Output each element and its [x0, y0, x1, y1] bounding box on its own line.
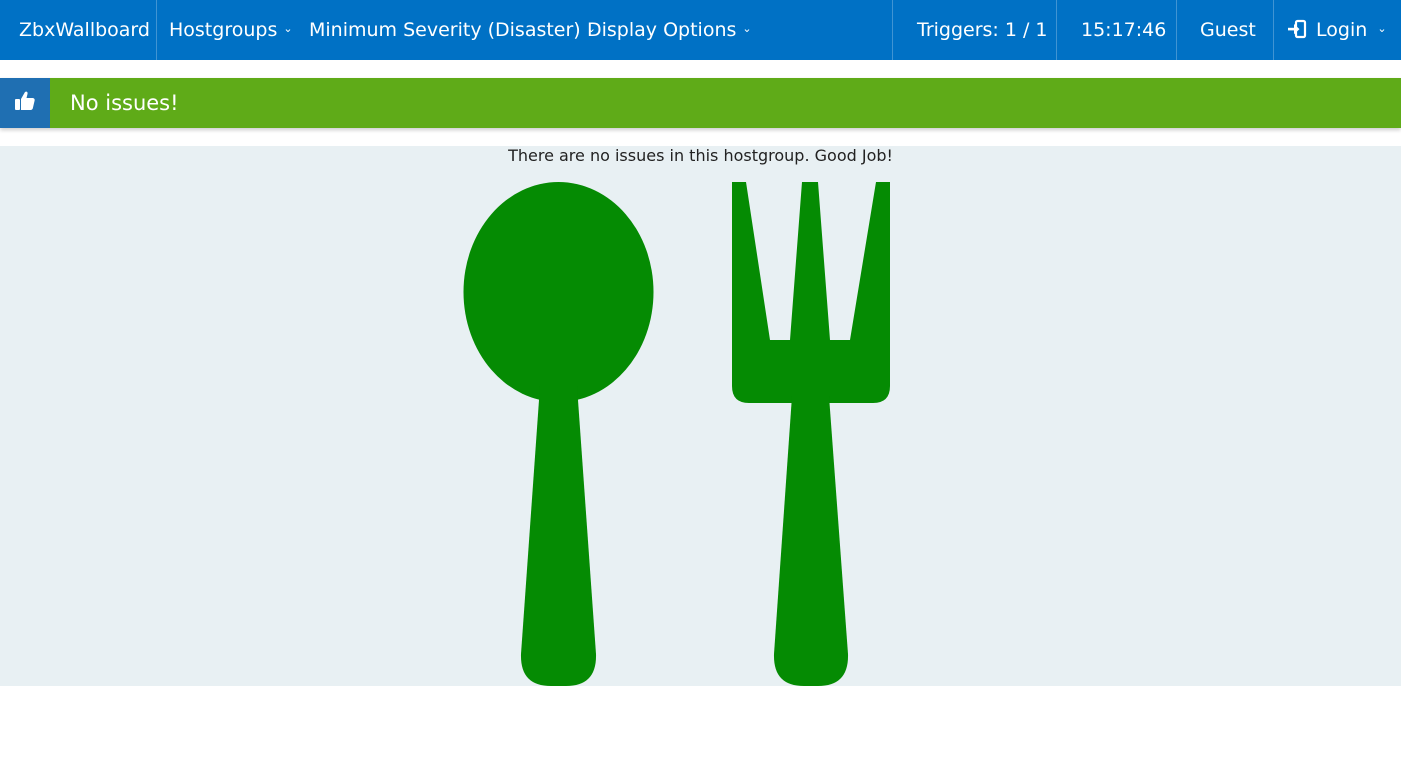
user-name: Guest: [1200, 19, 1256, 41]
display-options-label: Display Options: [587, 19, 737, 41]
issues-panel: There are no issues in this hostgroup. G…: [0, 146, 1401, 686]
nav-divider: [1176, 0, 1177, 60]
severity-menu[interactable]: Minimum Severity (Disaster) ⌄: [309, 0, 596, 60]
top-navbar: ZbxWallboard Hostgroups ⌄ Minimum Severit…: [0, 0, 1401, 60]
thumbs-up-icon: [15, 91, 35, 110]
login-label: Login: [1316, 19, 1368, 41]
spoon-and-fork-illustration: [463, 182, 890, 686]
fork-icon: [732, 182, 890, 686]
hostgroups-label: Hostgroups: [169, 19, 278, 41]
brand-link[interactable]: ZbxWallboard: [19, 0, 150, 60]
display-options-menu[interactable]: Display Options ⌄: [587, 0, 752, 60]
chevron-down-icon: ⌄: [1377, 21, 1387, 35]
nav-divider: [892, 0, 893, 60]
clock: 15:17:46: [1081, 19, 1167, 41]
nav-divider: [1056, 0, 1057, 60]
status-alert: No issues!: [0, 78, 1401, 128]
spoon-icon: [463, 182, 654, 686]
hostgroups-menu[interactable]: Hostgroups ⌄: [169, 0, 293, 60]
nav-divider: [156, 0, 157, 60]
login-icon: [1288, 19, 1307, 38]
severity-label: Minimum Severity (Disaster): [309, 19, 581, 41]
chevron-down-icon: ⌄: [742, 21, 752, 35]
login-menu[interactable]: Login ⌄: [1287, 0, 1387, 60]
triggers-count: Triggers: 1 / 1: [917, 19, 1048, 41]
chevron-down-icon: ⌄: [283, 21, 293, 35]
nav-divider: [1273, 0, 1274, 60]
alert-text: No issues!: [70, 91, 179, 115]
alert-icon-box: [0, 78, 50, 128]
